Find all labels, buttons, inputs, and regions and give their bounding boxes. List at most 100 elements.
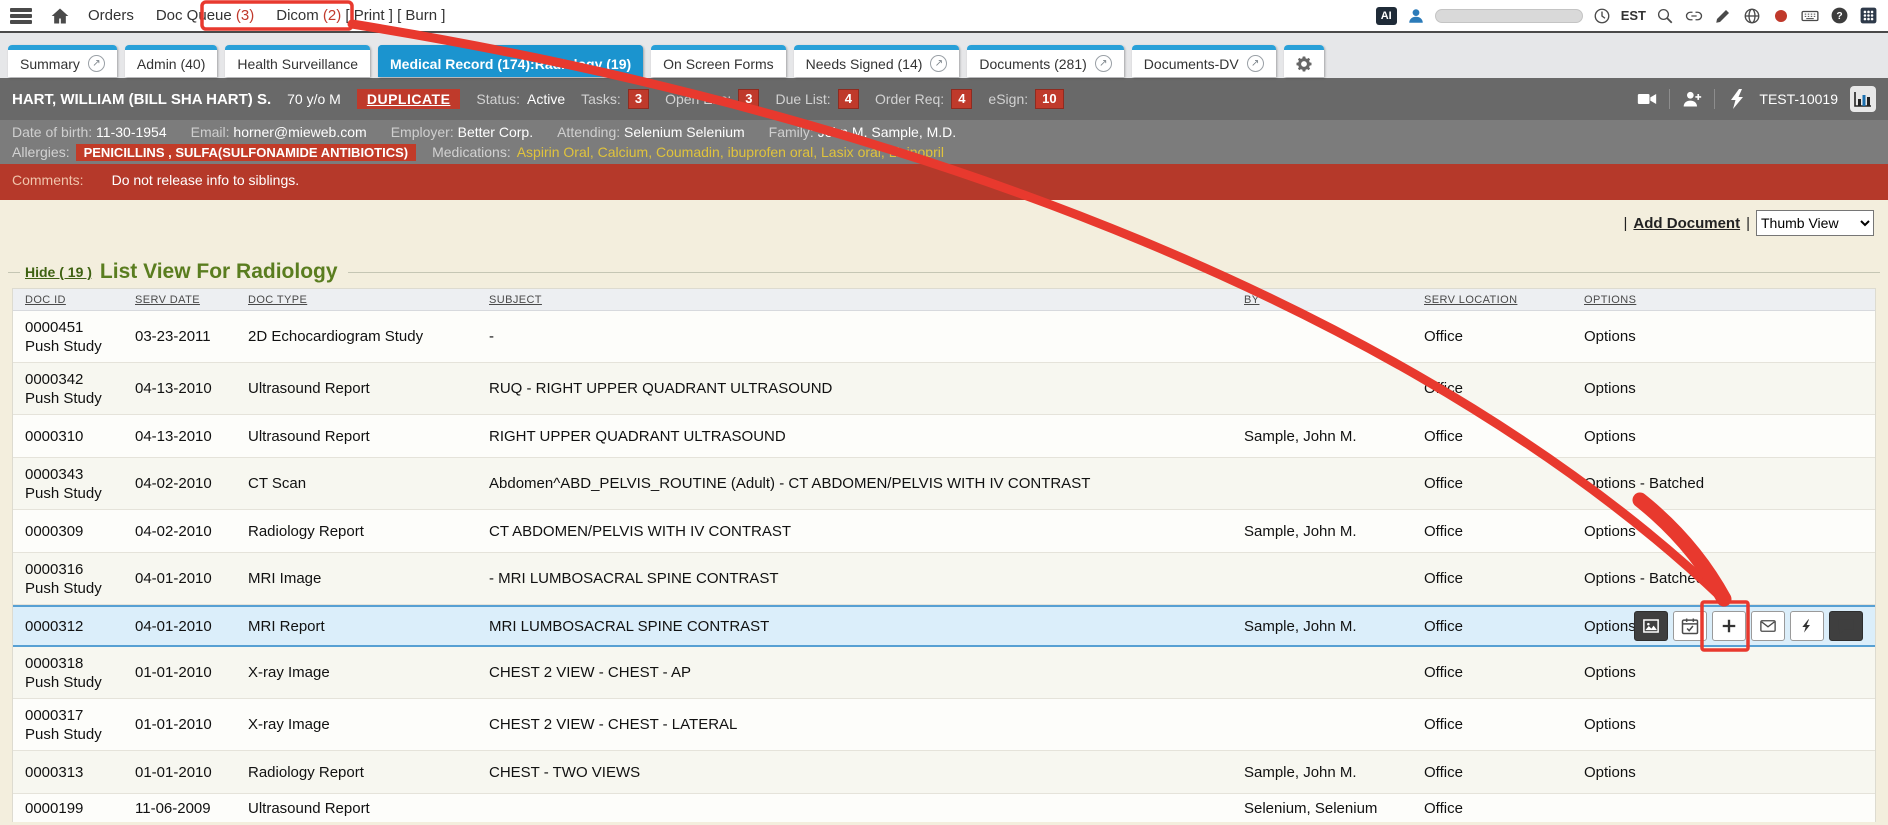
- ai-badge[interactable]: AI: [1376, 7, 1397, 25]
- options-link[interactable]: Options: [1584, 523, 1636, 540]
- popout-icon[interactable]: ↗: [88, 55, 105, 72]
- home-icon[interactable]: [50, 6, 70, 26]
- cell-serv-date: 01-01-2010: [135, 663, 248, 682]
- column-header-by[interactable]: BY: [1244, 294, 1424, 306]
- add-document-button[interactable]: [1712, 611, 1746, 641]
- push-study-link[interactable]: Push Study: [25, 674, 102, 691]
- keyboard-icon[interactable]: [1800, 6, 1820, 26]
- duplicate-badge[interactable]: DUPLICATE: [357, 89, 461, 109]
- globe-icon[interactable]: [1742, 6, 1762, 26]
- person-add-icon[interactable]: [1682, 89, 1702, 109]
- medication-link[interactable]: Calcium: [598, 144, 649, 160]
- push-study-link[interactable]: Push Study: [25, 580, 102, 597]
- push-study-link[interactable]: Push Study: [25, 338, 102, 355]
- open-image-button[interactable]: [1634, 611, 1668, 641]
- table-row[interactable]: 000031204-01-2010MRI ReportMRI LUMBOSACR…: [13, 605, 1875, 647]
- table-row[interactable]: 0000317Push Study01-01-2010X-ray ImageCH…: [13, 699, 1875, 751]
- clock-icon[interactable]: [1592, 6, 1612, 26]
- apps-icon[interactable]: [1858, 6, 1878, 26]
- counter-badge[interactable]: 4: [838, 89, 859, 109]
- medication-link[interactable]: Lasix oral: [821, 144, 881, 160]
- user-icon[interactable]: [1406, 6, 1426, 26]
- top-nav-item-orders[interactable]: Orders: [88, 7, 134, 24]
- tab-documents-281[interactable]: Documents (281)↗: [967, 45, 1123, 77]
- cell-options: Options: [1584, 715, 1875, 734]
- table-row[interactable]: 0000316Push Study04-01-2010MRI Image- MR…: [13, 553, 1875, 605]
- column-header-doc-type[interactable]: DOC TYPE: [248, 294, 489, 306]
- column-header-serv-date[interactable]: SERV DATE: [135, 294, 248, 306]
- column-header-doc-id[interactable]: DOC ID: [25, 294, 135, 306]
- options-link[interactable]: Options: [1584, 328, 1636, 345]
- medication-link[interactable]: ibuprofen oral: [728, 144, 814, 160]
- tab-needs-signed-14[interactable]: Needs Signed (14)↗: [794, 45, 960, 77]
- table-row[interactable]: 000031004-13-2010Ultrasound ReportRIGHT …: [13, 415, 1875, 458]
- send-email-button[interactable]: [1751, 611, 1785, 641]
- table-row[interactable]: 000019911-06-2009Ultrasound ReportSeleni…: [13, 794, 1875, 822]
- medication-link[interactable]: Lisinopril: [889, 144, 944, 160]
- options-link[interactable]: Options: [1584, 664, 1636, 681]
- hide-link[interactable]: Hide ( 19 ): [25, 264, 92, 280]
- table-row[interactable]: 0000451Push Study03-23-20112D Echocardio…: [13, 311, 1875, 363]
- options-link[interactable]: Options: [1584, 764, 1636, 781]
- cell-doc-id: 0000199: [25, 799, 135, 818]
- lightning-icon[interactable]: [1727, 89, 1747, 109]
- tab-summary[interactable]: Summary↗: [8, 45, 117, 77]
- allergy-chip[interactable]: PENICILLINS , SULFA(SULFONAMIDE ANTIBIOT…: [76, 144, 417, 161]
- cell-subject: MRI LUMBOSACRAL SPINE CONTRAST: [489, 617, 1244, 636]
- link-icon[interactable]: [1684, 6, 1704, 26]
- popout-icon[interactable]: ↗: [930, 55, 947, 72]
- view-mode-select[interactable]: Thumb View: [1756, 210, 1874, 236]
- top-nav-item-dicom[interactable]: Dicom (2) [ Print ] [ Burn ]: [276, 7, 445, 24]
- tab-on-screen-forms[interactable]: On Screen Forms: [651, 45, 785, 77]
- tab-settings[interactable]: [1284, 45, 1324, 77]
- tab-documents-dv[interactable]: Documents-DV↗: [1132, 45, 1276, 77]
- options-link[interactable]: Options - Batched: [1584, 475, 1704, 492]
- cell-serv-date: 01-01-2010: [135, 715, 248, 734]
- table-row[interactable]: 0000342Push Study04-13-2010Ultrasound Re…: [13, 363, 1875, 415]
- record-icon[interactable]: [1771, 6, 1791, 26]
- table-row[interactable]: 0000318Push Study01-01-2010X-ray ImageCH…: [13, 647, 1875, 699]
- medication-link[interactable]: Aspirin Oral: [517, 144, 590, 160]
- cell-options: Options: [1584, 522, 1875, 541]
- counter-badge[interactable]: 3: [738, 89, 759, 109]
- column-header-serv-location[interactable]: SERV LOCATION: [1424, 294, 1584, 306]
- counter-badge[interactable]: 4: [951, 89, 972, 109]
- add-document-link[interactable]: Add Document: [1633, 215, 1740, 232]
- counter-badge[interactable]: 10: [1035, 89, 1063, 109]
- options-link[interactable]: Options: [1584, 716, 1636, 733]
- column-header-subject[interactable]: SUBJECT: [489, 294, 1244, 306]
- column-header-options[interactable]: OPTIONS: [1584, 294, 1875, 306]
- popout-icon[interactable]: ↗: [1247, 55, 1264, 72]
- cell-options: Options - Batched: [1584, 569, 1875, 588]
- task-calendar-button[interactable]: [1673, 611, 1707, 641]
- table-row[interactable]: 000030904-02-2010Radiology ReportCT ABDO…: [13, 510, 1875, 553]
- help-icon[interactable]: ?: [1829, 6, 1849, 26]
- tab-admin-40[interactable]: Admin (40): [125, 45, 217, 77]
- table-row[interactable]: 000031301-01-2010Radiology ReportCHEST -…: [13, 751, 1875, 794]
- video-camera-icon[interactable]: [1637, 89, 1657, 109]
- search-icon[interactable]: [1655, 6, 1675, 26]
- hamburger-menu-icon[interactable]: [10, 8, 32, 24]
- bar-chart-icon[interactable]: [1850, 86, 1876, 112]
- cell-by: Selenium, Selenium: [1244, 799, 1424, 818]
- push-study-link[interactable]: Push Study: [25, 726, 102, 743]
- comment-bubble-button[interactable]: [1829, 611, 1863, 641]
- push-study-link[interactable]: Push Study: [25, 390, 102, 407]
- allergies-line: Allergies: PENICILLINS , SULFA(SULFONAMI…: [12, 142, 1876, 162]
- annotate-icon[interactable]: [1713, 6, 1733, 26]
- sign-lightning-button[interactable]: [1790, 611, 1824, 641]
- tab-health-surveillance[interactable]: Health Surveillance: [225, 45, 370, 77]
- counter-label: eSign:: [988, 91, 1028, 107]
- tab-medical-record-174-radiology-19[interactable]: Medical Record (174):Radiology (19): [378, 45, 643, 77]
- table-row[interactable]: 0000343Push Study04-02-2010CT ScanAbdome…: [13, 458, 1875, 510]
- options-link[interactable]: Options: [1584, 618, 1636, 635]
- options-link[interactable]: Options: [1584, 380, 1636, 397]
- options-link[interactable]: Options: [1584, 428, 1636, 445]
- medication-link[interactable]: Coumadin: [656, 144, 720, 160]
- options-link[interactable]: Options - Batched: [1584, 570, 1704, 587]
- counter-badge[interactable]: 3: [628, 89, 649, 109]
- top-nav-item-doc-queue[interactable]: Doc Queue (3): [156, 7, 254, 24]
- cell-doc-id: 0000317Push Study: [25, 706, 135, 744]
- push-study-link[interactable]: Push Study: [25, 485, 102, 502]
- popout-icon[interactable]: ↗: [1095, 55, 1112, 72]
